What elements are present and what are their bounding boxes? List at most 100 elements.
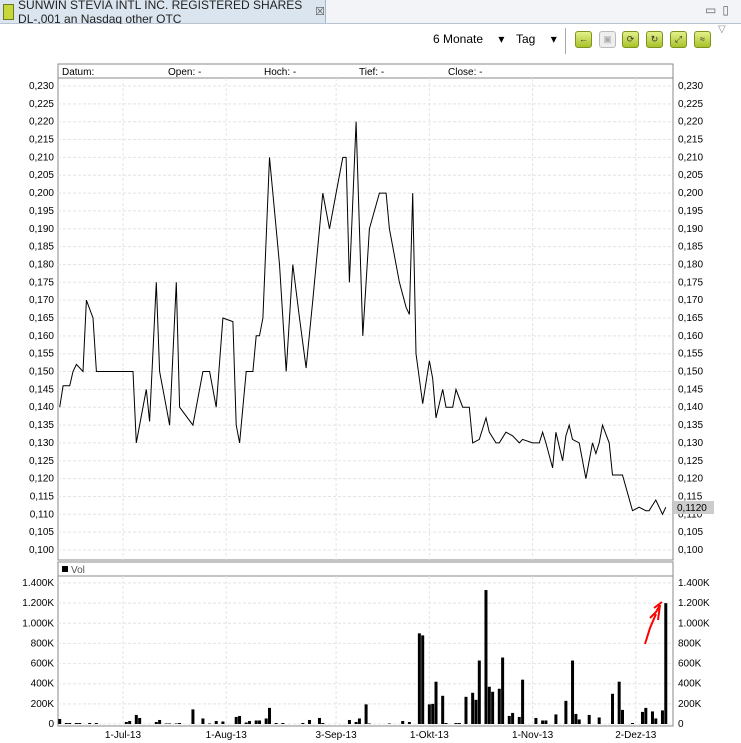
price-tick-left: 0,150 bbox=[29, 367, 54, 378]
volume-bar bbox=[477, 660, 481, 724]
volume-bar bbox=[68, 722, 72, 724]
price-tick-left: 0,190 bbox=[29, 224, 54, 235]
volume-bar bbox=[511, 712, 515, 724]
volume-tick-left: 1.000K bbox=[22, 618, 54, 629]
price-plot-frame bbox=[57, 77, 674, 561]
volume-bar bbox=[281, 722, 285, 724]
volume-tick-right: 1.200K bbox=[678, 598, 710, 609]
volume-tick-left: 800K bbox=[31, 638, 55, 649]
volume-bar bbox=[168, 723, 172, 724]
volume-bar bbox=[248, 720, 252, 724]
volume-bar bbox=[264, 718, 268, 724]
volume-bar bbox=[587, 714, 591, 724]
volume-bar bbox=[421, 635, 425, 724]
volume-bar bbox=[501, 657, 505, 724]
volume-bar bbox=[364, 704, 368, 724]
volume-bar bbox=[138, 717, 142, 724]
volume-bar bbox=[214, 720, 218, 724]
volume-bar bbox=[597, 717, 601, 724]
volume-legend-swatch bbox=[62, 566, 68, 572]
volume-tick-right: 0 bbox=[678, 719, 684, 730]
volume-bar bbox=[221, 721, 225, 724]
volume-bar bbox=[611, 693, 615, 724]
volume-bar bbox=[134, 714, 138, 724]
volume-tick-left: 400K bbox=[31, 679, 55, 690]
price-tick-left: 0,105 bbox=[29, 527, 54, 538]
volume-bar bbox=[454, 722, 458, 724]
price-tick-left: 0,225 bbox=[29, 99, 54, 110]
price-tick-left: 0,100 bbox=[29, 545, 54, 556]
volume-bar bbox=[124, 721, 128, 724]
volume-bar bbox=[357, 718, 361, 724]
volume-bar bbox=[201, 718, 205, 724]
volume-bar bbox=[158, 719, 162, 724]
volume-tick-right: 800K bbox=[678, 638, 702, 649]
volume-bar bbox=[301, 722, 305, 724]
volume-bar bbox=[521, 679, 525, 724]
price-tick-right: 0,100 bbox=[678, 545, 703, 556]
volume-bar bbox=[64, 722, 68, 724]
price-tick-left: 0,160 bbox=[29, 331, 54, 342]
volume-bar bbox=[457, 722, 461, 724]
volume-bar bbox=[401, 720, 405, 724]
volume-bar bbox=[534, 717, 538, 724]
x-tick-label: 1-Aug-13 bbox=[206, 730, 248, 741]
price-tick-left: 0,220 bbox=[29, 117, 54, 128]
price-tick-right: 0,185 bbox=[678, 242, 703, 253]
volume-bar bbox=[571, 660, 575, 724]
volume-bar bbox=[491, 691, 495, 724]
price-tick-right: 0,140 bbox=[678, 402, 703, 413]
price-tick-right: 0,210 bbox=[678, 152, 703, 163]
price-tick-right: 0,175 bbox=[678, 277, 703, 288]
volume-bar bbox=[517, 716, 521, 724]
price-tick-left: 0,200 bbox=[29, 188, 54, 199]
volume-bar bbox=[74, 722, 78, 724]
price-tick-left: 0,165 bbox=[29, 313, 54, 324]
volume-bar bbox=[164, 723, 168, 724]
volume-bar bbox=[58, 718, 62, 724]
volume-tick-right: 1.400K bbox=[678, 578, 710, 589]
volume-bar bbox=[234, 716, 238, 724]
volume-tick-right: 200K bbox=[678, 699, 702, 710]
volume-bar bbox=[178, 722, 182, 724]
x-tick-label: 1-Jul-13 bbox=[105, 730, 142, 741]
price-tick-right: 0,135 bbox=[678, 420, 703, 431]
price-tick-right: 0,115 bbox=[678, 491, 703, 502]
volume-bar bbox=[191, 709, 195, 724]
volume-tick-right: 600K bbox=[678, 659, 702, 670]
price-tick-left: 0,180 bbox=[29, 259, 54, 270]
volume-tick-right: 1.000K bbox=[678, 618, 710, 629]
volume-bar bbox=[654, 718, 658, 724]
volume-bar bbox=[254, 720, 258, 724]
price-tick-right: 0,195 bbox=[678, 206, 703, 217]
volume-bar bbox=[471, 692, 475, 724]
volume-bar bbox=[464, 696, 468, 724]
volume-bar bbox=[541, 720, 545, 724]
volume-bar bbox=[650, 711, 654, 724]
volume-bar bbox=[617, 681, 621, 724]
volume-bar bbox=[407, 721, 411, 724]
price-tick-right: 0,225 bbox=[678, 99, 703, 110]
high-label: Hoch: - bbox=[264, 67, 296, 78]
volume-bar bbox=[484, 590, 488, 724]
volume-bar bbox=[208, 723, 212, 724]
x-tick-label: 3-Sep-13 bbox=[316, 730, 358, 741]
volume-bar bbox=[94, 722, 98, 724]
volume-bar bbox=[564, 700, 568, 724]
volume-bar bbox=[444, 722, 448, 724]
volume-bar bbox=[417, 633, 421, 724]
volume-bar bbox=[387, 723, 391, 724]
last-value-label: 0,1120 bbox=[677, 503, 707, 514]
price-tick-left: 0,110 bbox=[30, 509, 55, 520]
price-tick-left: 0,210 bbox=[29, 152, 54, 163]
volume-bar bbox=[274, 722, 278, 724]
low-label: Tief: - bbox=[359, 67, 384, 78]
volume-bar bbox=[317, 717, 321, 724]
close-label: Close: - bbox=[448, 67, 482, 78]
volume-bar bbox=[238, 715, 242, 724]
volume-bar bbox=[431, 703, 435, 724]
volume-tick-right: 400K bbox=[678, 679, 702, 690]
volume-bar bbox=[544, 720, 548, 724]
price-tick-right: 0,180 bbox=[678, 259, 703, 270]
price-tick-right: 0,205 bbox=[678, 170, 703, 181]
